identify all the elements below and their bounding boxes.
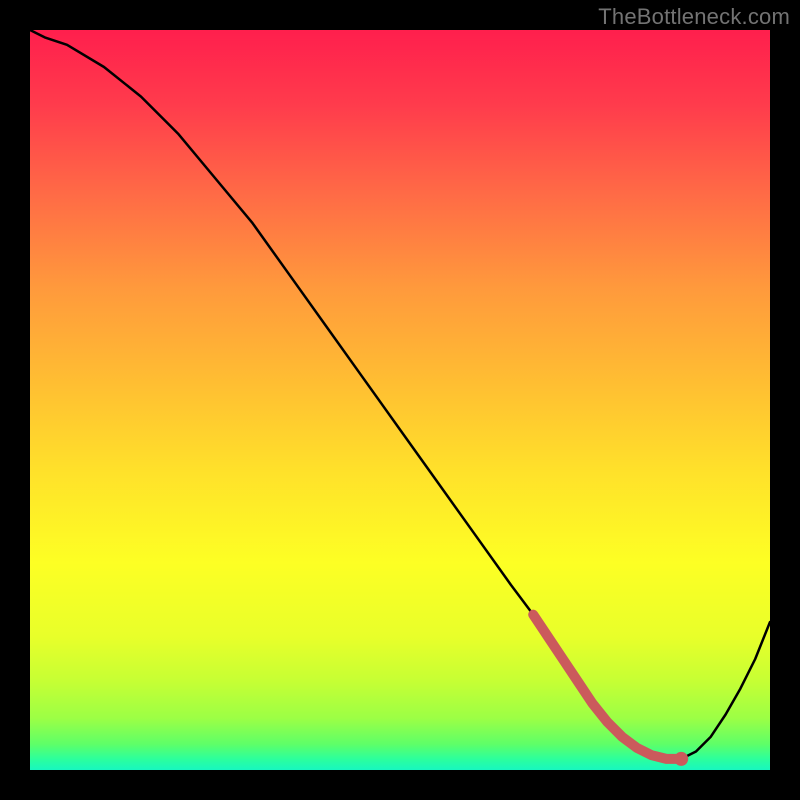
plot-area bbox=[30, 30, 770, 770]
curve-path bbox=[30, 30, 770, 759]
chart-frame: TheBottleneck.com bbox=[0, 0, 800, 800]
highlight-end-dot bbox=[674, 752, 688, 766]
bottleneck-curve bbox=[30, 30, 770, 770]
watermark-text: TheBottleneck.com bbox=[598, 4, 790, 30]
highlight-path bbox=[533, 615, 681, 759]
